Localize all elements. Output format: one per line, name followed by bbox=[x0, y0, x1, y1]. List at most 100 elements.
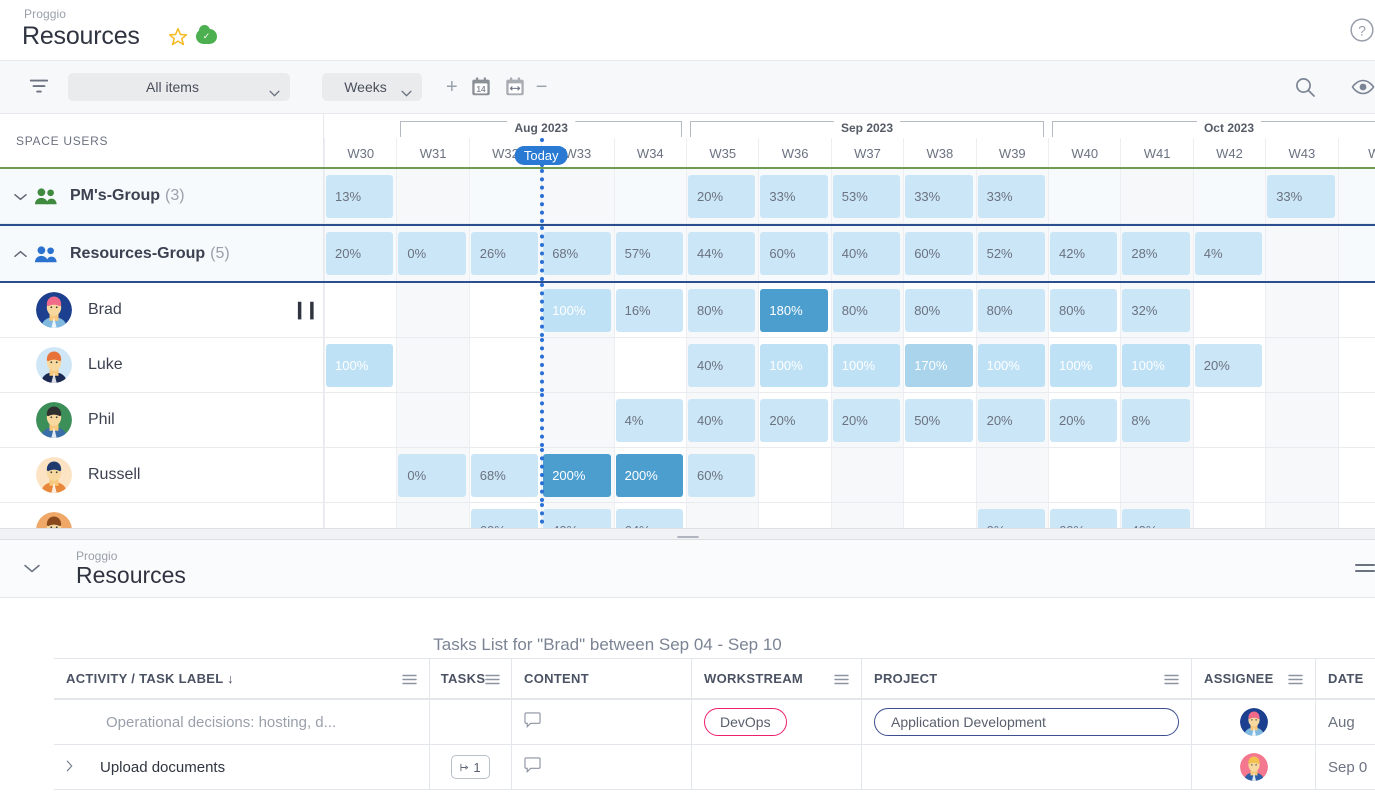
hamburger-icon[interactable] bbox=[1355, 562, 1375, 576]
comment-icon[interactable] bbox=[524, 757, 541, 777]
column-header[interactable]: PROJECT bbox=[862, 659, 1192, 698]
search-icon[interactable] bbox=[1293, 75, 1317, 99]
utilization-cell[interactable]: 16% bbox=[615, 289, 683, 332]
utilization-cell[interactable]: 68% bbox=[543, 232, 611, 275]
utilization-cell[interactable]: 60% bbox=[688, 454, 756, 497]
subtask-count-cell[interactable] bbox=[430, 700, 512, 744]
collapse-panel-chevron-down-icon[interactable] bbox=[24, 560, 40, 573]
utilization-cell[interactable]: 0% bbox=[977, 509, 1045, 528]
utilization-cell[interactable]: 40% bbox=[1122, 509, 1190, 528]
week-column-header[interactable]: W41 bbox=[1120, 138, 1192, 167]
column-header[interactable]: ASSIGNEE bbox=[1192, 659, 1316, 698]
utilization-cell[interactable]: 180% bbox=[760, 289, 828, 332]
week-column-header[interactable]: W34 bbox=[613, 138, 686, 167]
help-icon[interactable]: ? bbox=[1349, 17, 1375, 43]
resource-group-row[interactable]: Resources-Group (5) 20% 0% 26% 68% 57% 44% 60% 40… bbox=[0, 226, 1375, 281]
week-column-header[interactable]: W37 bbox=[830, 138, 903, 167]
week-column-header[interactable]: W31 bbox=[396, 138, 468, 167]
week-column-header[interactable]: W bbox=[1337, 138, 1375, 167]
row-drag-handle[interactable]: ❙❙ bbox=[293, 300, 319, 320]
week-column-header[interactable]: W35 bbox=[686, 138, 758, 167]
utilization-cell[interactable]: 4% bbox=[1194, 232, 1263, 275]
utilization-cell[interactable]: 80% bbox=[688, 289, 756, 332]
splitter-grip-icon[interactable] bbox=[676, 530, 699, 542]
items-filter-select[interactable]: All items bbox=[68, 73, 290, 101]
eye-icon[interactable] bbox=[1351, 75, 1375, 99]
utilization-cell[interactable]: 33% bbox=[760, 175, 828, 218]
utilization-cell[interactable]: 0% bbox=[398, 232, 466, 275]
utilization-cell[interactable]: 100% bbox=[326, 344, 394, 387]
utilization-cell[interactable]: 80% bbox=[1050, 289, 1118, 332]
utilization-cell[interactable]: 40% bbox=[688, 399, 756, 442]
utilization-cell[interactable]: 28% bbox=[1122, 232, 1190, 275]
utilization-cell[interactable]: 40% bbox=[832, 232, 901, 275]
utilization-cell[interactable]: 20% bbox=[977, 399, 1045, 442]
utilization-cell[interactable]: 60% bbox=[760, 232, 828, 275]
calendar-fit-icon[interactable] bbox=[504, 76, 526, 98]
column-menu-icon[interactable] bbox=[1288, 673, 1303, 685]
workstream-cell[interactable] bbox=[692, 745, 862, 789]
utilization-cell[interactable]: 33% bbox=[905, 175, 973, 218]
subtask-count-cell[interactable]: 1 bbox=[430, 745, 512, 789]
content-cell[interactable] bbox=[512, 745, 692, 789]
calendar-14-icon[interactable]: 14 bbox=[470, 76, 492, 98]
comment-icon[interactable] bbox=[524, 712, 541, 732]
chevron-up-icon[interactable] bbox=[14, 246, 30, 261]
column-header[interactable]: TASKS bbox=[430, 659, 512, 698]
subtask-count-chip[interactable]: 1 bbox=[451, 755, 490, 779]
resource-group-row[interactable]: PM's-Group (3) 13% 20% 33% 53% 33% 33% 33% bbox=[0, 169, 1375, 224]
utilization-cell[interactable]: 60% bbox=[470, 509, 539, 528]
column-menu-icon[interactable] bbox=[834, 673, 849, 685]
utilization-cell[interactable]: 20% bbox=[688, 175, 756, 218]
utilization-cell[interactable]: 60% bbox=[1050, 509, 1118, 528]
utilization-cell[interactable]: 200% bbox=[615, 454, 683, 497]
zoom-level-select[interactable]: Weeks bbox=[322, 73, 422, 101]
assignee-cell[interactable] bbox=[1192, 745, 1316, 789]
table-row[interactable]: Upload documents 1 Sep 0 bbox=[54, 745, 1375, 790]
week-column-header[interactable]: W38 bbox=[903, 138, 975, 167]
utilization-cell[interactable]: 50% bbox=[905, 399, 973, 442]
resource-user-row[interactable]: Phil 4% 40% 20% 20% 50% 20% 20% 8% bbox=[0, 393, 1375, 448]
project-tag[interactable]: Application Development bbox=[874, 708, 1179, 736]
resource-user-row[interactable]: Brad ❙❙ 100% 16% 80% 180% 80% 80% 80% 80% 32% bbox=[0, 283, 1375, 338]
resource-user-row[interactable]: Luke 100% 40% 100% 100% 170% 100% 100% 100% 20% bbox=[0, 338, 1375, 393]
project-cell[interactable] bbox=[862, 745, 1192, 789]
utilization-cell[interactable]: 13% bbox=[326, 175, 394, 218]
date-cell[interactable]: Aug bbox=[1316, 700, 1375, 744]
column-menu-icon[interactable] bbox=[1164, 673, 1179, 685]
column-menu-icon[interactable] bbox=[485, 673, 501, 685]
task-label-cell[interactable]: Operational decisions: hosting, d... bbox=[54, 700, 430, 744]
utilization-cell[interactable]: 100% bbox=[1122, 344, 1190, 387]
utilization-cell[interactable]: 80% bbox=[977, 289, 1045, 332]
utilization-cell[interactable]: 33% bbox=[977, 175, 1045, 218]
utilization-cell[interactable]: 52% bbox=[977, 232, 1045, 275]
zoom-in-button[interactable]: + bbox=[446, 77, 458, 97]
chevron-right-icon[interactable] bbox=[66, 759, 86, 775]
utilization-cell[interactable]: 20% bbox=[326, 232, 394, 275]
utilization-cell[interactable]: 64% bbox=[615, 509, 683, 528]
column-menu-icon[interactable] bbox=[402, 673, 417, 685]
utilization-cell[interactable]: 100% bbox=[977, 344, 1045, 387]
utilization-cell[interactable]: 80% bbox=[905, 289, 973, 332]
utilization-cell[interactable]: 20% bbox=[832, 399, 901, 442]
week-column-header[interactable]: W39 bbox=[975, 138, 1048, 167]
utilization-cell[interactable]: 100% bbox=[1050, 344, 1118, 387]
utilization-cell[interactable]: 33% bbox=[1267, 175, 1335, 218]
utilization-cell[interactable]: 80% bbox=[832, 289, 901, 332]
week-column-header[interactable]: W40 bbox=[1048, 138, 1120, 167]
utilization-cell[interactable]: 53% bbox=[832, 175, 901, 218]
utilization-cell[interactable]: 170% bbox=[905, 344, 973, 387]
column-header[interactable]: ACTIVITY / TASK LABEL ↓ bbox=[54, 659, 430, 698]
utilization-cell[interactable]: 100% bbox=[832, 344, 901, 387]
utilization-cell[interactable]: 4% bbox=[615, 399, 683, 442]
utilization-cell[interactable]: 0% bbox=[398, 454, 466, 497]
project-cell[interactable]: Application Development bbox=[862, 700, 1192, 744]
utilization-cell[interactable]: 20% bbox=[760, 399, 828, 442]
utilization-cell[interactable]: 40% bbox=[688, 344, 756, 387]
utilization-cell[interactable]: 26% bbox=[470, 232, 539, 275]
utilization-cell[interactable]: 57% bbox=[615, 232, 683, 275]
table-row[interactable]: Operational decisions: hosting, d... DevO… bbox=[54, 700, 1375, 745]
week-column-header[interactable]: W30 bbox=[324, 138, 396, 167]
week-column-header[interactable]: W42 bbox=[1192, 138, 1265, 167]
content-cell[interactable] bbox=[512, 700, 692, 744]
